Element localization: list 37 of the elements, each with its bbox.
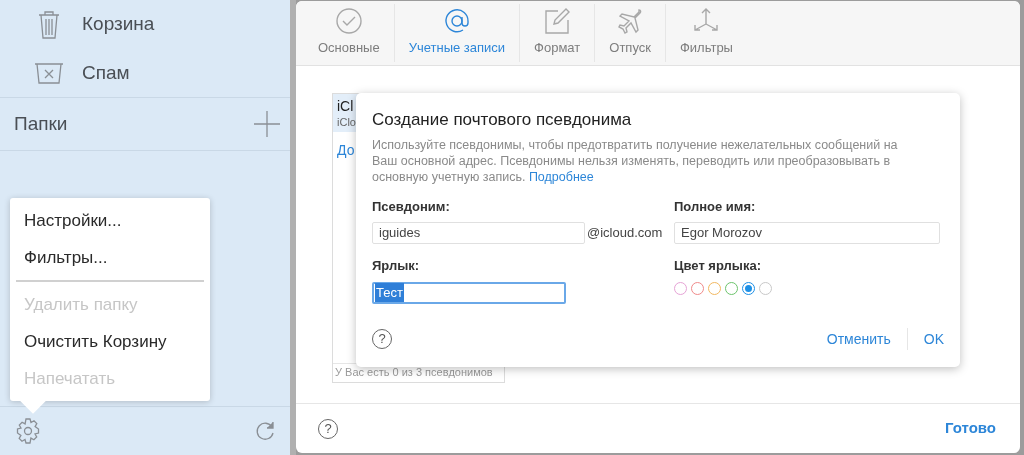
ok-button[interactable]: OK: [906, 328, 944, 350]
folders-heading: Папки: [14, 111, 68, 136]
tab[interactable]: Формат: [519, 4, 595, 62]
account-title: iCl: [337, 97, 354, 115]
done-button[interactable]: Готово: [944, 417, 998, 440]
mailbox-label[interactable]: Корзина: [82, 10, 155, 39]
at-sign-icon: [443, 8, 470, 35]
settings-icon[interactable]: [14, 417, 42, 445]
full-name-field[interactable]: Egor Morozov: [674, 222, 940, 244]
tab[interactable]: Учетные записи: [393, 4, 520, 62]
more-link[interactable]: Подробнее: [528, 169, 594, 184]
field-label: Ярлык:: [372, 257, 421, 275]
add-link[interactable]: До: [333, 132, 355, 161]
menu-item[interactable]: Фильтры...: [10, 239, 210, 276]
account-subtitle: iClo: [337, 115, 356, 129]
field-label: Полное имя:: [674, 197, 757, 216]
tab[interactable]: Фильтры: [664, 4, 747, 62]
airplane-icon: [617, 8, 644, 35]
field-label: Цвет ярлыка:: [674, 257, 762, 275]
spam-box-icon: [34, 62, 64, 84]
menu-item[interactable]: Очистить Корзину: [10, 323, 210, 360]
menu-item[interactable]: Настройки...: [10, 202, 210, 239]
refresh-icon[interactable]: [254, 420, 276, 442]
cancel-button[interactable]: Отменить: [826, 328, 907, 350]
tab[interactable]: Отпуск: [594, 4, 665, 62]
domain-label: @icloud.com: [587, 224, 663, 243]
menu-item: Напечатать: [23, 367, 117, 390]
dialog-title: Создание почтового псевдонима: [372, 109, 633, 131]
add-icon[interactable]: [254, 111, 280, 137]
mailbox-label[interactable]: Спам: [82, 58, 130, 88]
alias-field[interactable]: iguides: [372, 222, 585, 244]
menu-item: Удалить папку: [23, 293, 139, 316]
tag-field[interactable]: Тест: [372, 281, 566, 304]
check-circle-icon: [335, 8, 362, 35]
dialog-description: Используйте псевдонимы, чтобы предотвратить получение нежелательных сообщений на Ваш основной адрес. Псевдонимы нельзя изменять, переводить или преобразовывать в основную учетную запись. Подробнее: [372, 136, 899, 185]
field-label: Псевдоним:: [372, 197, 451, 216]
tab[interactable]: Основные: [304, 4, 394, 62]
